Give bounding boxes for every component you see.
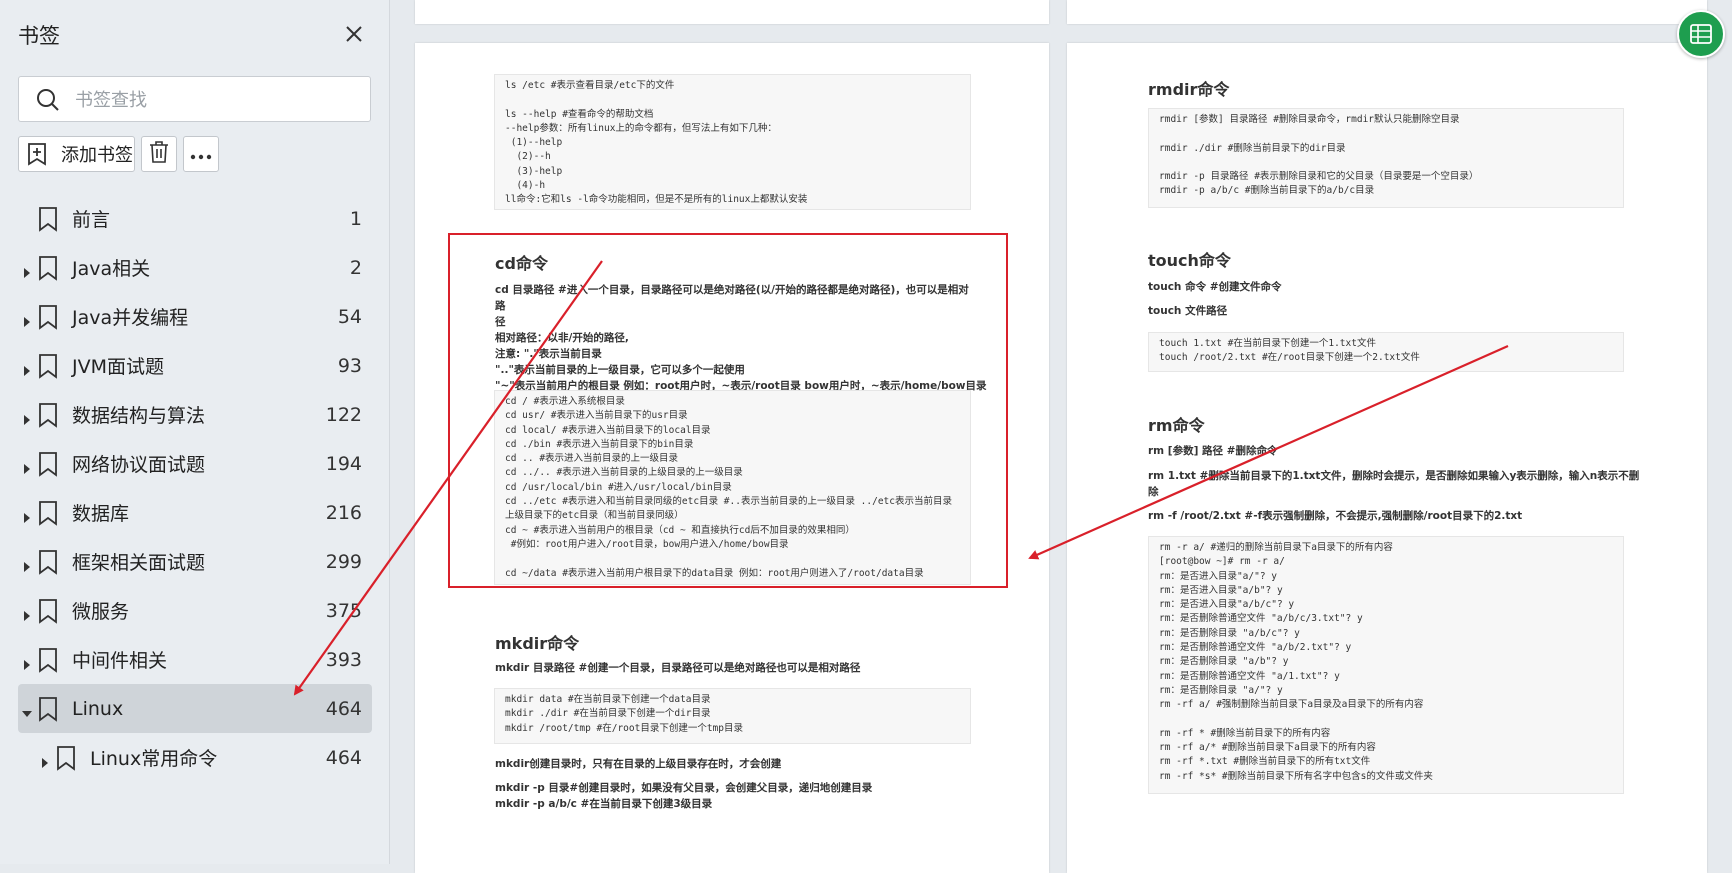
bookmark-item[interactable]: Java并发编程 54	[18, 292, 372, 341]
caret-right-icon[interactable]	[22, 361, 32, 376]
bookmark-icon	[36, 598, 60, 624]
bookmark-icon	[36, 353, 60, 379]
search-icon	[35, 87, 61, 113]
sidebar-title: 书签	[18, 24, 60, 48]
bookmark-item[interactable]: 微服务 375	[18, 586, 372, 635]
bookmark-label: 网络协议面试题	[72, 454, 206, 476]
bookmark-item[interactable]: Linux 464	[18, 684, 372, 733]
bookmark-page-number: 216	[325, 501, 362, 524]
rm-description: rm [参数] 路径 #删除命令	[1148, 445, 1278, 457]
bookmark-icon	[36, 451, 60, 477]
caret-right-icon[interactable]	[22, 606, 32, 621]
bookmark-item[interactable]: 前言 1	[18, 194, 372, 243]
bookmark-label: Java并发编程	[72, 307, 189, 329]
caret-right-icon[interactable]	[22, 459, 32, 474]
mkdir-heading: mkdir命令	[495, 634, 580, 653]
bookmark-icon	[36, 647, 60, 673]
bookmark-icon	[36, 696, 60, 722]
bookmark-label: JVM面试题	[72, 356, 164, 378]
touch-description: touch 命令 #创建文件命令	[1148, 281, 1282, 293]
bookmark-item[interactable]: JVM面试题 93	[18, 341, 372, 390]
bookmark-label: 框架相关面试题	[72, 552, 206, 574]
bookmark-icon	[36, 255, 60, 281]
add-bookmark-label: 添加书签	[61, 145, 133, 166]
bookmark-icon	[36, 500, 60, 526]
add-bookmark-icon	[25, 142, 49, 166]
rmdir-code-block: rmdir [参数] 目录路径 #删除目录命令，rmdir默认只能删除空目录 r…	[1148, 108, 1624, 208]
bookmark-search-input[interactable]	[73, 84, 357, 116]
bookmark-label: Linux常用命令	[90, 748, 218, 770]
bookmark-item[interactable]: 中间件相关 393	[18, 635, 372, 684]
bookmark-search-box	[18, 76, 371, 122]
bookmark-item[interactable]: 数据库 216	[18, 488, 372, 537]
ls-code-block: ls /etc #表示查看目录/etc下的文件 ls --help #查看命令的…	[494, 74, 971, 210]
bookmark-item[interactable]: Linux常用命令 464	[18, 733, 372, 782]
touch-code-block: touch 1.txt #在当前目录下创建一个1.txt文件 touch /ro…	[1148, 332, 1624, 372]
mkdir-p-line: mkdir -p 目录#创建目录时，如果没有父目录，会创建父目录，递归地创建目录	[495, 782, 873, 794]
touch-heading: touch命令	[1148, 251, 1231, 270]
bookmark-icon	[36, 402, 60, 428]
bookmark-page-number: 2	[349, 256, 362, 279]
bookmark-item[interactable]: 网络协议面试题 194	[18, 439, 372, 488]
page-top-right-fragment	[1067, 0, 1707, 24]
caret-right-icon[interactable]	[22, 263, 32, 278]
rmdir-heading: rmdir命令	[1148, 80, 1230, 99]
bookmark-label: Linux	[72, 697, 124, 720]
mkdir-description: mkdir 目录路径 #创建一个目录，目录路径可以是绝对路径也可以是相对路径	[495, 662, 861, 674]
bookmark-page-number: 464	[325, 746, 362, 769]
add-bookmark-button[interactable]: 添加书签	[18, 136, 135, 172]
rm-description: rm -f /root/2.txt #-f表示强制删除，不会提示,强制删除/ro…	[1148, 510, 1523, 522]
mkdir-note: mkdir创建目录时，只有在目录的上级目录存在时，才会创建	[495, 758, 782, 770]
bookmark-icon	[36, 549, 60, 575]
mkdir-code-block: mkdir data #在当前目录下创建一个data目录 mkdir ./dir…	[494, 688, 971, 744]
more-options-button[interactable]	[183, 136, 219, 172]
more-icon	[190, 145, 212, 164]
bookmark-page-number: 375	[325, 599, 362, 622]
touch-usage: touch 文件路径	[1148, 305, 1228, 317]
highlight-annotation-box	[448, 233, 1008, 588]
bookmark-label: 中间件相关	[72, 650, 168, 672]
bookmark-label: 微服务	[72, 601, 130, 623]
table-tool-button[interactable]	[1677, 10, 1725, 58]
page-top-left-fragment	[415, 0, 1049, 24]
caret-right-icon[interactable]	[22, 410, 32, 425]
bookmark-label: 数据结构与算法	[72, 405, 206, 427]
bookmark-page-number: 1	[349, 207, 362, 230]
bookmark-list: 前言 1 Java相关 2 Java并发编程 54 JVM面试题 93 数据结构与算法 122 网络…	[18, 194, 372, 782]
trash-icon	[148, 140, 170, 168]
table-icon	[1689, 22, 1713, 50]
bookmark-item[interactable]: 数据结构与算法 122	[18, 390, 372, 439]
caret-down-icon[interactable]	[22, 704, 32, 717]
close-icon[interactable]	[340, 20, 368, 48]
rm-code-block: rm -r a/ #递归的删除当前目录下a目录下的所有内容 [root@bow …	[1148, 536, 1624, 794]
delete-bookmark-button[interactable]	[141, 136, 177, 172]
rm-description: 除	[1148, 486, 1159, 498]
bookmark-icon	[36, 304, 60, 330]
bookmark-item[interactable]: Java相关 2	[18, 243, 372, 292]
bookmark-page-number: 464	[325, 697, 362, 720]
caret-right-icon[interactable]	[22, 508, 32, 523]
bookmark-icon	[36, 206, 60, 232]
rm-description: rm 1.txt #删除当前目录下的1.txt文件，删除时会提示，是否删除如果输…	[1148, 470, 1640, 482]
caret-right-icon[interactable]	[22, 312, 32, 327]
bookmark-page-number: 299	[325, 550, 362, 573]
caret-right-icon[interactable]	[40, 753, 50, 768]
bookmark-label: 前言	[72, 209, 111, 231]
bookmark-page-number: 194	[325, 452, 362, 475]
bookmark-sidebar: 书签 添加书签 前言 1 Java相关 2 Java并发编程 54 JVM面试题 93 数据结构…	[0, 0, 390, 864]
caret-right-icon[interactable]	[22, 655, 32, 670]
bookmark-label: 数据库	[72, 503, 130, 525]
rm-heading: rm命令	[1148, 416, 1205, 435]
caret-right-icon[interactable]	[22, 557, 32, 572]
bookmark-icon	[54, 745, 78, 771]
bookmark-label: Java相关	[72, 258, 151, 280]
mkdir-p-line: mkdir -p a/b/c #在当前目录下创建3级目录	[495, 798, 713, 810]
bookmark-page-number: 393	[325, 648, 362, 671]
bookmark-page-number: 122	[325, 403, 362, 426]
bookmark-page-number: 54	[337, 305, 362, 328]
bookmark-item[interactable]: 框架相关面试题 299	[18, 537, 372, 586]
bookmark-page-number: 93	[337, 354, 362, 377]
